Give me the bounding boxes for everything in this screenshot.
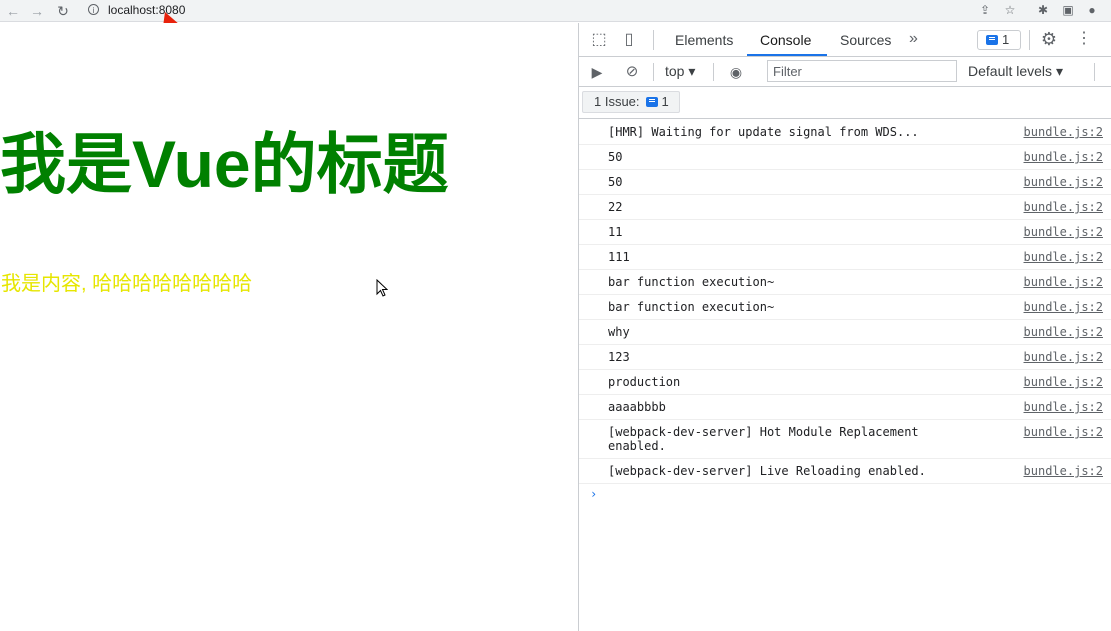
console-message-row: 11 bundle.js:2 [579,220,1111,245]
console-source-link[interactable]: bundle.js:2 [1024,225,1103,239]
console-message-text: why [608,325,630,339]
console-message-text: aaaabbbb [608,400,666,414]
tab-elements[interactable]: Elements [667,23,741,57]
console-source-link[interactable]: bundle.js:2 [1024,200,1103,214]
forward-arrow-icon[interactable]: → [28,2,46,20]
issues-counter-button[interactable]: 1 [977,30,1021,50]
console-source-link[interactable]: bundle.js:2 [1024,300,1103,314]
console-log: [HMR] Waiting for update signal from WDS… [579,120,1111,504]
console-message-row: why bundle.js:2 [579,320,1111,345]
page-title: 我是Vue的标题 [0,127,449,201]
device-toolbar-icon[interactable]: ▯ [619,30,639,50]
chevron-down-icon: ▾ [688,63,696,79]
console-message-row: 111 bundle.js:2 [579,245,1111,270]
console-message-row: aaaabbbb bundle.js:2 [579,395,1111,420]
console-message-text: 123 [608,350,630,364]
toolbar-separator [1094,63,1095,81]
back-arrow-icon[interactable]: ← [4,2,22,20]
devtools-panel: ⬚ ▯ Elements Console Sources » 1 ⚙ ⋮ ▶ ⊘… [579,23,1111,631]
console-source-link[interactable]: bundle.js:2 [1024,464,1103,478]
console-source-link[interactable]: bundle.js:2 [1024,400,1103,414]
reload-icon[interactable]: ↻ [54,2,72,20]
console-message-row: [webpack-dev-server] Live Reloading enab… [579,459,1111,484]
issues-link-count: 1 [661,94,669,109]
page-content: 我是内容, 哈哈哈哈哈哈哈哈 [1,273,253,295]
context-selector[interactable]: top ▾ [665,63,695,80]
side-panel-icon[interactable]: ▣ [1061,3,1075,17]
log-levels-dropdown[interactable]: Default levels ▾ [968,63,1063,80]
console-message-text: 11 [608,225,623,239]
issues-bar: 1 Issue: 1 [579,87,1111,119]
issues-link-label: 1 Issue: [594,94,640,109]
console-message-text: 50 [608,150,623,164]
issues-count: 1 [1002,32,1010,47]
log-levels-value: Default levels [968,63,1053,79]
console-message-text: [webpack-dev-server] Live Reloading enab… [608,464,926,478]
issues-link-button[interactable]: 1 Issue: 1 [582,91,680,113]
console-message-text: production [608,375,681,389]
console-message-text: 50 [608,175,623,189]
console-source-link[interactable]: bundle.js:2 [1024,275,1103,289]
active-tab-indicator [747,54,827,56]
message-icon [645,97,658,107]
console-message-row: production bundle.js:2 [579,370,1111,395]
console-source-link[interactable]: bundle.js:2 [1024,425,1103,439]
filter-input[interactable] [767,60,957,82]
console-source-link[interactable]: bundle.js:2 [1024,250,1103,264]
console-message-text: [webpack-dev-server] Hot Module Replacem… [608,425,926,453]
page-viewport: 我是Vue的标题 我是内容, 哈哈哈哈哈哈哈哈 [0,23,578,631]
message-icon [986,35,998,45]
console-prompt[interactable]: › [579,484,1111,504]
console-source-link[interactable]: bundle.js:2 [1024,175,1103,189]
console-message-text: [HMR] Waiting for update signal from WDS… [608,125,919,139]
console-message-row: bar function execution~ bundle.js:2 [579,270,1111,295]
console-message-row: 123 bundle.js:2 [579,345,1111,370]
toolbar-separator [713,63,714,81]
info-icon[interactable]: i [88,4,99,15]
console-message-row: bar function execution~ bundle.js:2 [579,295,1111,320]
console-message-row: [webpack-dev-server] Hot Module Replacem… [579,420,1111,459]
tab-separator [1029,30,1030,50]
clear-console-icon[interactable]: ⊘ [622,62,642,82]
inspect-element-icon[interactable]: ⬚ [589,30,609,50]
console-message-text: 111 [608,250,630,264]
console-message-row: 50 bundle.js:2 [579,170,1111,195]
console-toolbar: ▶ ⊘ top ▾ ◉ Default levels ▾ [579,57,1111,87]
console-source-link[interactable]: bundle.js:2 [1024,150,1103,164]
context-selector-value: top [665,63,685,79]
console-message-row: 50 bundle.js:2 [579,145,1111,170]
console-message-text: bar function execution~ [608,275,775,289]
console-source-link[interactable]: bundle.js:2 [1024,325,1103,339]
tab-console[interactable]: Console [752,23,819,57]
gear-icon[interactable]: ⚙ [1039,29,1059,49]
console-message-row: [HMR] Waiting for update signal from WDS… [579,120,1111,145]
more-tabs-chevron-icon[interactable]: » [909,29,918,49]
console-message-row: 22 bundle.js:2 [579,195,1111,220]
profile-icon[interactable]: ● [1085,3,1099,17]
console-message-text: bar function execution~ [608,300,775,314]
console-message-text: 22 [608,200,623,214]
tab-separator [653,30,654,50]
devtools-tabbar: ⬚ ▯ Elements Console Sources » 1 ⚙ ⋮ [579,23,1111,57]
more-options-icon[interactable]: ⋮ [1074,29,1094,49]
console-source-link[interactable]: bundle.js:2 [1024,125,1103,139]
console-source-link[interactable]: bundle.js:2 [1024,375,1103,389]
address-bar[interactable]: i localhost:8080 [80,1,960,20]
extension-puzzle-icon[interactable]: ✱ [1036,3,1050,17]
share-icon[interactable]: ⇪ [978,3,992,17]
console-source-link[interactable]: bundle.js:2 [1024,350,1103,364]
toolbar-separator [653,63,654,81]
tab-sources[interactable]: Sources [832,23,899,57]
star-icon[interactable]: ☆ [1003,3,1017,17]
mouse-cursor-icon [376,279,388,297]
chevron-down-icon: ▾ [1055,63,1063,79]
sidebar-toggle-icon[interactable]: ▶ [587,62,607,82]
eye-icon[interactable]: ◉ [725,62,747,82]
